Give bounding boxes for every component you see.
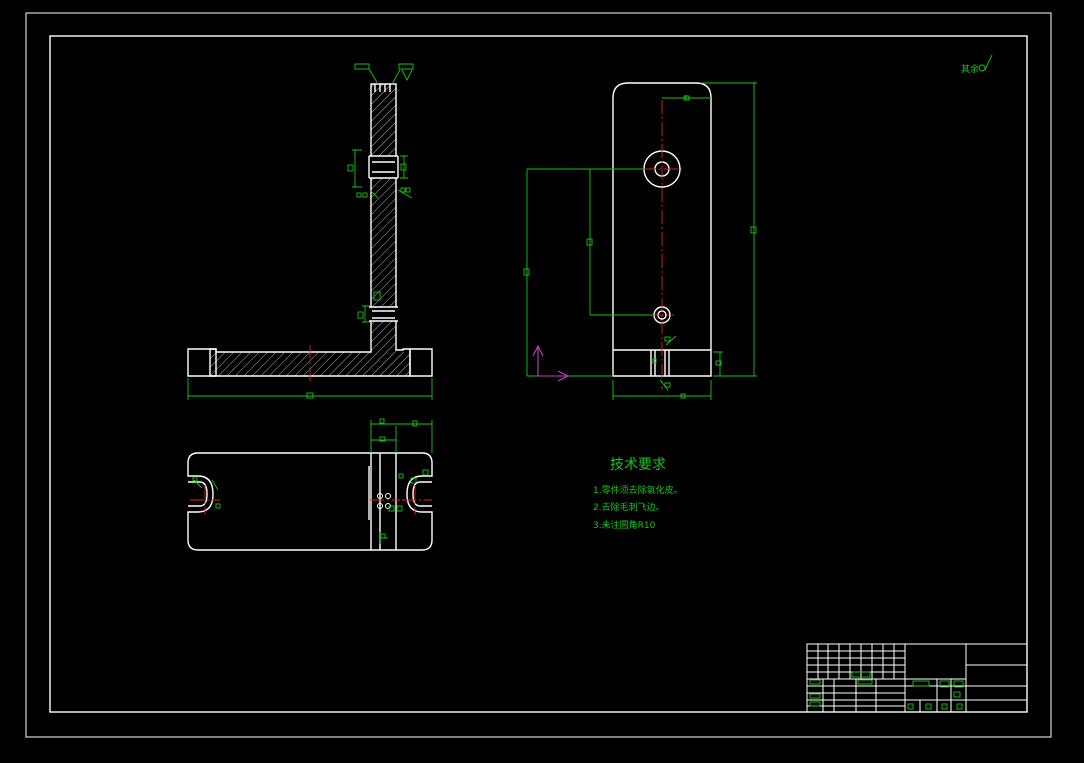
tech-req-title: 技术要求 (610, 457, 666, 473)
tech-req-item-2: 2.去除毛刺飞边。 (593, 501, 665, 513)
side-view[interactable] (523, 82, 757, 400)
ucs-icon (532, 344, 570, 382)
surface-finish-note: 其余 (961, 54, 993, 75)
title-block (806, 643, 1028, 713)
top-view[interactable] (187, 418, 433, 551)
tech-req-item-1: 1.零件须去除氧化皮。 (593, 484, 683, 496)
technical-requirements: 技术要求 1.零件须去除氧化皮。 2.去除毛刺飞边。 3.未注圆角R10 (593, 457, 683, 531)
surface-finish-text: 其余 (961, 63, 979, 75)
tech-req-item-3: 3.未注圆角R10 (593, 519, 656, 531)
front-section-view[interactable] (187, 63, 433, 400)
cad-drawing-canvas[interactable]: 其余 技术要求 1.零件须去除氧化皮。 2.去除毛刺飞边。 3.未注圆角R10 (0, 0, 1084, 763)
